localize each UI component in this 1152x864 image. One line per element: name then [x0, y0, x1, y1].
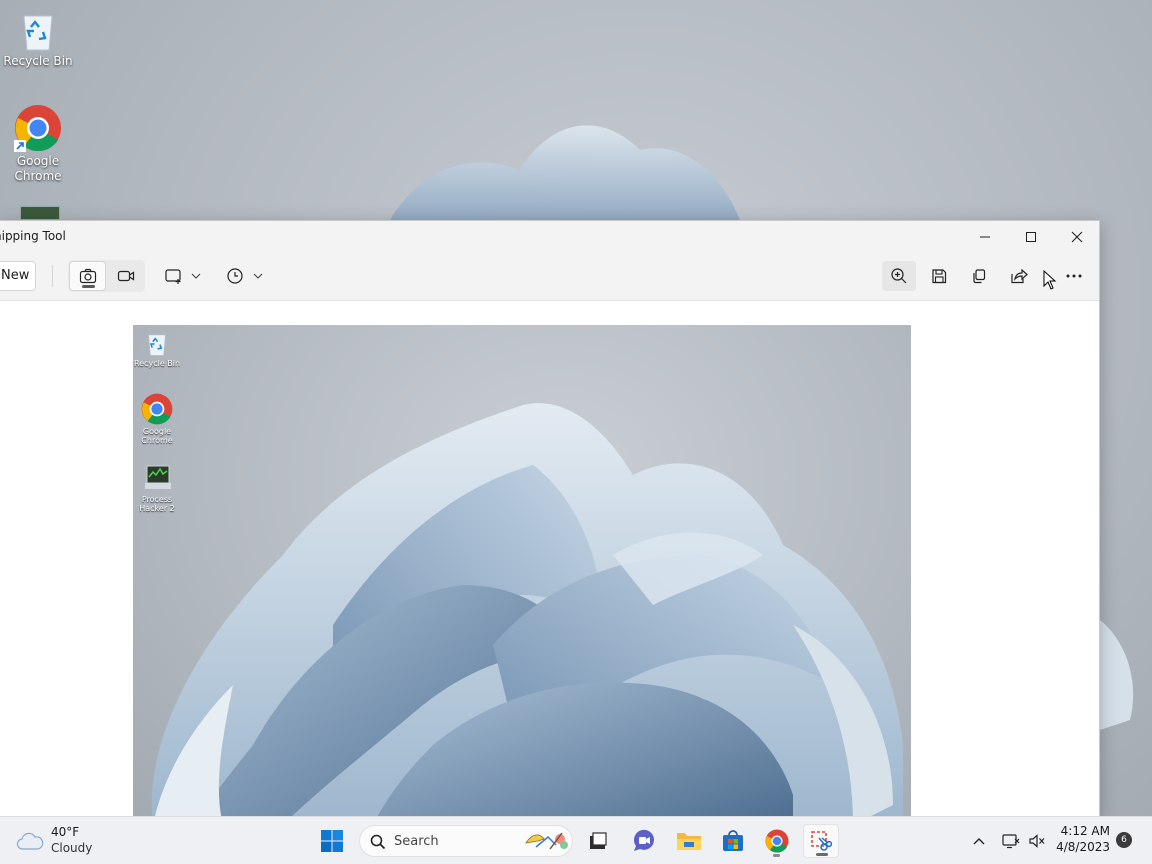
captured-wallpaper-bloom: [151, 403, 903, 819]
weather-widget[interactable]: 40°F Cloudy: [16, 825, 116, 857]
windows-logo-icon: [321, 830, 343, 852]
captured-icon-recycle-bin: Recycle Bin: [133, 331, 181, 368]
search-placeholder: Search: [394, 834, 439, 849]
share-icon: [1011, 268, 1028, 284]
cloud-icon: [16, 832, 44, 850]
start-button[interactable]: [314, 824, 350, 858]
toolbar-divider: [52, 265, 53, 287]
weather-condition: Cloudy: [51, 841, 93, 855]
zoom-in-icon: [891, 268, 907, 284]
snipping-tool-icon: [811, 831, 832, 851]
camera-icon: [79, 268, 96, 284]
search-icon: [370, 834, 386, 850]
store-bag-icon: [723, 830, 743, 851]
desktop-icon-process-hacker-partial[interactable]: [20, 206, 60, 220]
taskbar-search-box[interactable]: Search: [359, 825, 573, 857]
captured-screenshot[interactable]: Recycle Bin Google Chrome Process Hacker…: [133, 325, 911, 819]
save-icon: [932, 269, 947, 284]
desktop-icon-label: Recycle Bin: [3, 54, 73, 68]
clock-date[interactable]: 4/8/2023: [1052, 840, 1110, 854]
captured-icon-google-chrome: Google Chrome: [133, 393, 181, 445]
new-snip-button[interactable]: New: [0, 261, 36, 291]
captured-icon-label: Google Chrome: [141, 427, 173, 445]
recycle-bin-icon: [148, 334, 166, 356]
chrome-taskbar-button[interactable]: [759, 824, 795, 858]
video-camera-icon: [117, 270, 134, 282]
file-explorer-button[interactable]: [671, 824, 707, 858]
zoom-button[interactable]: [882, 261, 916, 291]
more-options-button[interactable]: [1056, 261, 1092, 291]
network-icon: [1002, 834, 1020, 849]
notification-badge[interactable]: 6: [1116, 832, 1132, 848]
mouse-cursor-icon: [1043, 270, 1057, 290]
speaker-muted-icon: [1029, 834, 1045, 848]
minimize-button[interactable]: [962, 221, 1008, 253]
capture-mode-group: [68, 260, 145, 292]
more-dots-icon: [1066, 274, 1082, 278]
record-mode-button[interactable]: [107, 261, 144, 291]
task-view-icon: [590, 832, 607, 849]
copy-icon: [973, 269, 986, 284]
clock-icon: [227, 268, 243, 284]
taskbar: 40°F Cloudy Search 4:12 AM 4/8/2023 6: [0, 816, 1152, 864]
snip-mode-button[interactable]: [69, 261, 106, 291]
process-hacker-icon: [145, 465, 171, 489]
captured-icon-label: Recycle Bin: [133, 359, 181, 368]
search-highlight-illustration-icon: [525, 832, 568, 850]
copy-button[interactable]: [962, 261, 996, 291]
running-indicator: [773, 854, 780, 857]
chrome-icon: [765, 829, 789, 853]
maximize-icon: [1026, 232, 1036, 242]
task-view-button[interactable]: [580, 824, 616, 858]
microsoft-store-button[interactable]: [715, 824, 751, 858]
window-title: nipping Tool: [0, 229, 66, 243]
weather-temperature: 40°F: [51, 825, 80, 839]
chevron-up-icon: [973, 838, 985, 845]
recycle-bin-icon: [23, 15, 53, 51]
close-button[interactable]: [1054, 221, 1099, 253]
running-indicator: [816, 853, 828, 856]
share-button[interactable]: [1002, 261, 1036, 291]
show-hidden-icons-button[interactable]: [962, 824, 996, 858]
clock-time[interactable]: 4:12 AM: [1058, 824, 1110, 838]
teams-chat-icon: [633, 829, 654, 851]
captured-icon-process-hacker: Process Hacker 2: [133, 463, 181, 513]
snipping-tool-taskbar-button[interactable]: [803, 824, 839, 858]
desktop-icon-google-chrome[interactable]: Google Chrome: [0, 104, 76, 184]
delay-dropdown[interactable]: [222, 261, 268, 291]
chrome-icon: [141, 393, 173, 425]
volume-button[interactable]: [1022, 824, 1052, 858]
folder-icon: [677, 833, 701, 850]
toolbar: New: [0, 253, 1099, 301]
snip-shape-dropdown[interactable]: [160, 261, 206, 291]
close-icon: [1071, 231, 1083, 243]
maximize-button[interactable]: [1008, 221, 1054, 253]
save-button[interactable]: [922, 261, 956, 291]
chrome-icon: [14, 105, 61, 152]
desktop-icon-label: Google Chrome: [14, 154, 62, 183]
title-bar[interactable]: nipping Tool: [0, 221, 1099, 253]
chevron-down-icon: [253, 273, 263, 279]
rectangle-snip-icon: [165, 269, 181, 284]
snipping-tool-window: nipping Tool New Recycle Bin Google Chro…: [0, 220, 1100, 820]
minimize-icon: [980, 236, 990, 238]
captured-icon-label: Process Hacker 2: [139, 495, 175, 513]
snip-canvas: Recycle Bin Google Chrome Process Hacker…: [0, 301, 1099, 819]
desktop-icon-recycle-bin[interactable]: Recycle Bin: [0, 10, 76, 69]
teams-chat-button[interactable]: [626, 824, 662, 858]
chevron-down-icon: [191, 273, 201, 279]
